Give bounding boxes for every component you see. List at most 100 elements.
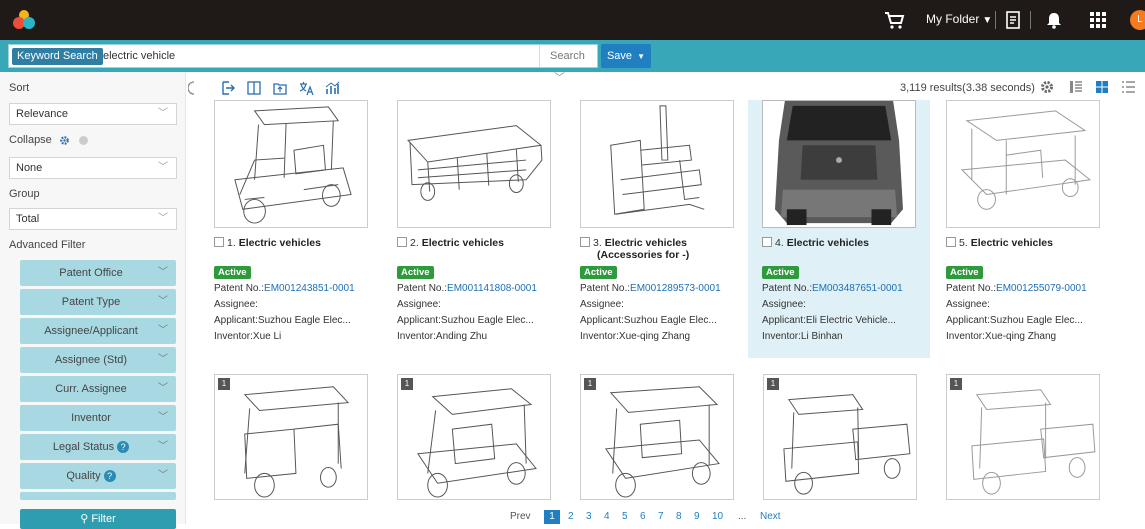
patent-thumbnail[interactable]: 1 <box>763 374 917 500</box>
status-badge: Active <box>214 266 251 279</box>
page-4[interactable]: 4 <box>604 510 610 524</box>
card-title[interactable]: 3. Electric vehicles (Accessories for -) <box>580 237 750 261</box>
help-icon[interactable]: ? <box>103 470 116 483</box>
gear-icon[interactable] <box>1039 79 1055 95</box>
pagination: Prev 1 2 3 4 5 6 7 8 9 10 ... Next <box>510 510 840 524</box>
page-7[interactable]: 7 <box>658 510 664 524</box>
collapse-label: Collapse <box>9 134 52 146</box>
select-checkbox[interactable] <box>397 237 407 247</box>
export-doc-icon[interactable] <box>1003 10 1023 30</box>
filter-button-label: Filter <box>91 513 116 525</box>
gear-icon[interactable] <box>59 135 70 146</box>
apps-grid-icon[interactable] <box>1088 10 1108 30</box>
facet-assignee-std[interactable]: Assignee (Std) ﹀ <box>20 347 176 373</box>
inventor-row: Inventor:Xue-qing Zhang <box>946 331 1057 342</box>
collapse-value: None <box>16 162 43 174</box>
page-6[interactable]: 6 <box>640 510 646 524</box>
filter-button[interactable]: ⚲ Filter <box>20 509 176 529</box>
translate-icon[interactable] <box>298 80 314 96</box>
facet-label: Patent Office <box>59 267 123 279</box>
card-title[interactable]: 2. Electric vehicles <box>397 237 567 249</box>
list-view-icon[interactable] <box>1068 79 1084 95</box>
app-logo[interactable] <box>12 8 36 32</box>
card-number: 1. <box>227 237 236 249</box>
patent-number-link[interactable]: EM001255079-0001 <box>996 283 1087 294</box>
patent-number-link[interactable]: EM001141808-0001 <box>447 283 537 294</box>
divider <box>1030 11 1031 29</box>
search-input[interactable]: Keyword Search electric vehicle Search ﹀ <box>8 44 598 84</box>
applicant-row: Applicant:Suzhou Eagle Elec... <box>580 315 717 326</box>
help-icon[interactable]: ? <box>117 441 130 454</box>
facet-inventor[interactable]: Inventor ﹀ <box>20 405 176 431</box>
applicant-row: Applicant:Suzhou Eagle Elec... <box>214 315 351 326</box>
read-icon[interactable] <box>246 80 262 96</box>
prev-page[interactable]: Prev <box>510 510 531 524</box>
page-5[interactable]: 5 <box>622 510 628 524</box>
analytics-icon[interactable] <box>324 80 340 96</box>
chevron-down-icon: ﹀ <box>158 470 168 481</box>
chevron-down-icon: ﹀ <box>158 213 168 224</box>
patent-thumbnail[interactable] <box>762 100 916 228</box>
my-folder-menu[interactable]: My Folder ▼ <box>926 12 992 26</box>
group-select[interactable]: Total ﹀ <box>9 208 177 230</box>
patent-number-row: Patent No.:EM001255079-0001 <box>946 282 1087 295</box>
facet-legal-status[interactable]: Legal Status? ﹀ <box>20 434 176 460</box>
select-checkbox[interactable] <box>762 237 772 247</box>
select-checkbox[interactable] <box>580 237 590 247</box>
result-card[interactable]: 5. Electric vehicles Active Patent No.:E… <box>940 100 1122 358</box>
divider <box>995 11 996 29</box>
collapse-sidebar-icon[interactable] <box>188 80 204 96</box>
patent-thumbnail[interactable] <box>946 100 1100 228</box>
page-1[interactable]: 1 <box>544 510 560 524</box>
patent-number-link[interactable]: EM001243851-0001 <box>264 283 355 294</box>
card-number: 4. <box>775 237 784 249</box>
chevron-down-icon: ﹀ <box>158 325 168 336</box>
patent-thumbnail[interactable]: 1 <box>946 374 1100 500</box>
user-avatar[interactable]: L <box>1130 10 1145 30</box>
facet-current-assignee[interactable]: Curr. Assignee ﹀ <box>20 376 176 402</box>
facet-quality[interactable]: Quality? ﹀ <box>20 463 176 489</box>
card-title[interactable]: 1. Electric vehicles <box>214 237 384 249</box>
save-button-label: Save <box>606 50 633 62</box>
card-title[interactable]: 4. Electric vehicles <box>762 237 932 249</box>
patent-thumbnail[interactable]: 1 <box>214 374 368 500</box>
patent-number-link[interactable]: EM001289573-0001 <box>630 283 721 294</box>
facet-patent-office[interactable]: Patent Office ﹀ <box>20 260 176 286</box>
folder-icon[interactable] <box>272 80 288 96</box>
patent-number-link[interactable]: EM003487651-0001 <box>812 283 903 294</box>
export-icon[interactable] <box>220 80 236 96</box>
table-view-icon[interactable] <box>1120 79 1136 95</box>
page-2[interactable]: 2 <box>568 510 574 524</box>
keyword-search-tag[interactable]: Keyword Search <box>12 48 103 65</box>
patent-thumbnail[interactable] <box>397 100 551 228</box>
facet-more[interactable] <box>20 492 176 500</box>
grid-view-icon[interactable] <box>1094 79 1110 95</box>
card-title[interactable]: 5. Electric vehicles <box>946 237 1116 249</box>
patent-label: Patent No.: <box>762 283 813 294</box>
cart-icon[interactable] <box>883 10 905 30</box>
page-10[interactable]: 10 <box>712 510 723 524</box>
page-9[interactable]: 9 <box>694 510 700 524</box>
result-card[interactable]: 4. Electric vehicles Active Patent No.:E… <box>748 100 930 358</box>
result-card[interactable]: 1. Electric vehicles Active Patent No.:E… <box>208 100 390 358</box>
facet-patent-type[interactable]: Patent Type ﹀ <box>20 289 176 315</box>
result-card[interactable]: 2. Electric vehicles Active Patent No.:E… <box>391 100 573 358</box>
facet-assignee-applicant[interactable]: Assignee/Applicant ﹀ <box>20 318 176 344</box>
page-3[interactable]: 3 <box>586 510 592 524</box>
bell-icon[interactable] <box>1044 10 1064 30</box>
collapse-select[interactable]: None ﹀ <box>9 157 177 179</box>
search-query[interactable]: electric vehicle <box>103 50 175 62</box>
page-8[interactable]: 8 <box>676 510 682 524</box>
select-checkbox[interactable] <box>214 237 224 247</box>
result-card[interactable]: 3. Electric vehicles (Accessories for -) … <box>574 100 756 358</box>
pagination-ellipsis: ... <box>738 511 747 522</box>
patent-thumbnail[interactable] <box>580 100 734 228</box>
sort-select[interactable]: Relevance ﹀ <box>9 103 177 125</box>
patent-thumbnail[interactable]: 1 <box>397 374 551 500</box>
next-page[interactable]: Next <box>760 510 781 524</box>
patent-thumbnail[interactable]: 1 <box>580 374 734 500</box>
select-checkbox[interactable] <box>946 237 956 247</box>
search-button[interactable]: Search ﹀ <box>539 45 597 84</box>
patent-thumbnail[interactable] <box>214 100 368 228</box>
save-button[interactable]: Save ▼ <box>601 44 651 68</box>
